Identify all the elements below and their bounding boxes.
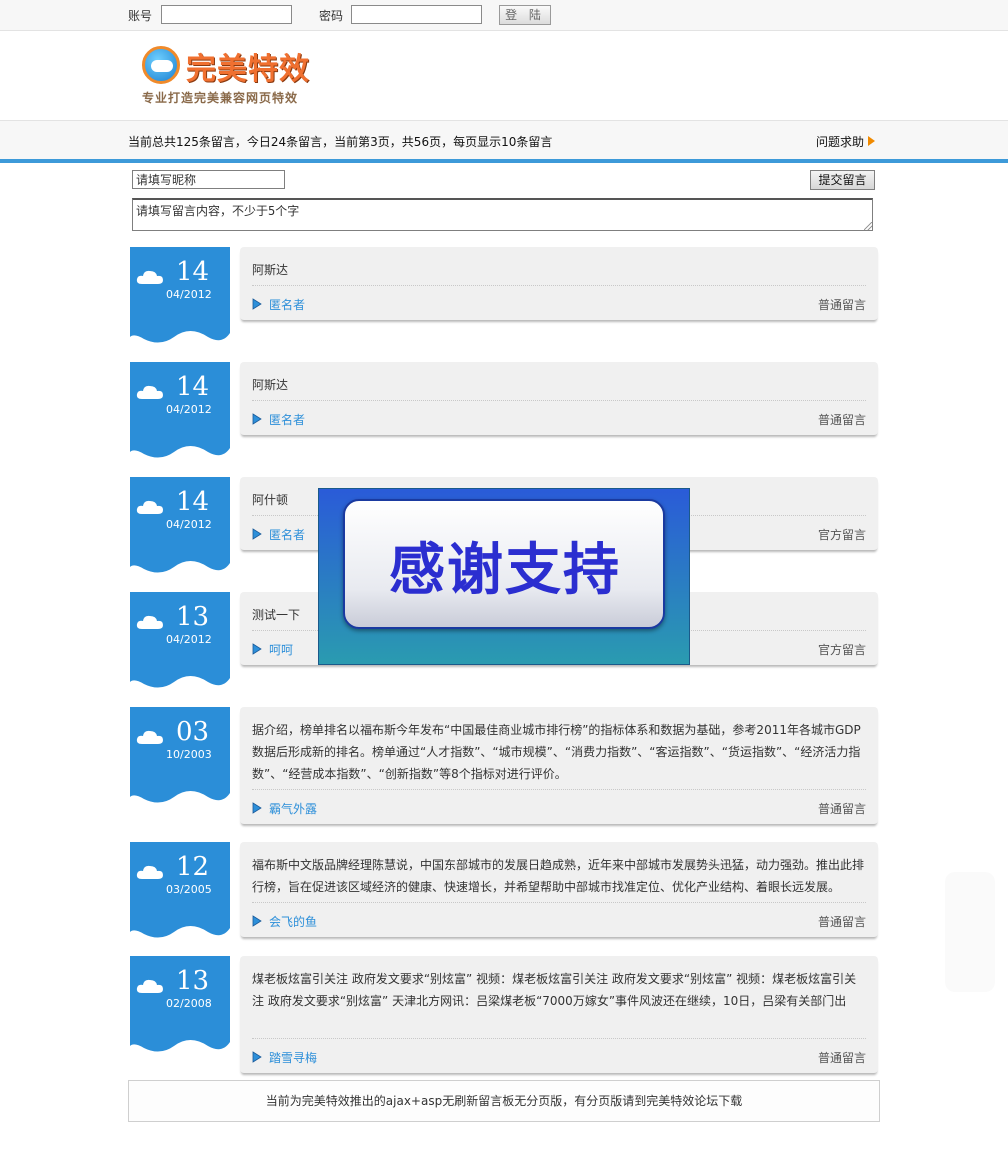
arrow-right-icon (868, 136, 875, 146)
cloud-icon (136, 385, 163, 399)
date-month-year: 04/2012 (166, 403, 212, 416)
date-badge: 14 04/2012 (130, 247, 230, 325)
date-day: 13 (176, 966, 210, 996)
date-badge-wave (130, 438, 230, 458)
side-decoration (945, 872, 995, 992)
message-text: 煤老板炫富引关注 政府发文要求“别炫富” 视频：煤老板炫富引关注 政府发文要求“… (252, 972, 857, 1008)
date-day: 14 (176, 257, 210, 287)
date-badge: 13 04/2012 (130, 592, 230, 670)
message-box: 阿斯达匿名者 普通留言 (240, 247, 878, 320)
date-month-year: 10/2003 (166, 748, 212, 761)
divider (252, 902, 866, 903)
date-day: 13 (176, 602, 210, 632)
play-arrow-icon (252, 643, 262, 655)
message-type: 普通留言 (817, 298, 866, 312)
message-type: 普通留言 (817, 915, 866, 929)
cloud-icon (136, 270, 163, 284)
message-text: 据介绍，榜单排名以福布斯今年发布“中国最佳商业城市排行榜”的指标体系和数据为基础… (252, 723, 861, 781)
date-month-year: 04/2012 (166, 288, 212, 301)
login-button[interactable]: 登 陆 (499, 5, 551, 25)
message-type: 官方留言 (817, 643, 866, 657)
message-text: 福布斯中文版品牌经理陈慧说，中国东部城市的发展日趋成熟，近年来中部城市发展势头迅… (252, 858, 865, 894)
message-author[interactable]: 踏雪寻梅 (269, 1049, 317, 1066)
date-month-year: 04/2012 (166, 518, 212, 531)
divider (252, 400, 866, 401)
play-arrow-icon (252, 1051, 262, 1063)
cloud-icon (136, 979, 163, 993)
message-author[interactable]: 会飞的鱼 (269, 913, 317, 930)
info-bar: 当前总共125条留言，今日24条留言，当前第3页，共56页，每页显示10条留言 … (0, 120, 1008, 163)
cloud-logo-icon (142, 46, 180, 84)
date-day: 03 (176, 717, 210, 747)
play-arrow-icon (252, 915, 262, 927)
logo-subtitle: 专业打造完美兼容网页特效 (142, 91, 299, 105)
message-author[interactable]: 匿名者 (269, 296, 305, 313)
site-logo[interactable]: 完美特效 专业打造完美兼容网页特效 (140, 44, 340, 108)
thanks-popup[interactable]: 感谢支持 (318, 488, 690, 665)
date-badge-wave (130, 668, 230, 688)
date-badge: 14 04/2012 (130, 477, 230, 555)
account-input[interactable] (161, 5, 292, 24)
thanks-popup-panel: 感谢支持 (343, 499, 665, 629)
resize-grip-icon[interactable] (864, 222, 872, 230)
message-text: 阿斯达 (252, 263, 289, 277)
date-badge-wave (130, 1032, 230, 1052)
divider (252, 1038, 866, 1039)
message-box: 福布斯中文版品牌经理陈慧说，中国东部城市的发展日趋成熟，近年来中部城市发展势头迅… (240, 842, 878, 937)
message-type: 普通留言 (817, 802, 866, 816)
message-content-input[interactable]: 请填写留言内容，不少于5个字 (132, 198, 873, 231)
message-author[interactable]: 匿名者 (269, 526, 305, 543)
play-arrow-icon (252, 298, 262, 310)
date-badge: 03 10/2003 (130, 707, 230, 785)
play-arrow-icon (252, 802, 262, 814)
nickname-input[interactable] (132, 170, 285, 189)
play-arrow-icon (252, 413, 262, 425)
message-stats: 当前总共125条留言，今日24条留言，当前第3页，共56页，每页显示10条留言 (128, 135, 553, 149)
help-link[interactable]: 问题求助 (816, 133, 864, 150)
account-label: 账号 (128, 9, 153, 23)
date-day: 14 (176, 487, 210, 517)
cloud-icon (136, 730, 163, 744)
submit-message-button[interactable]: 提交留言 (810, 170, 875, 190)
message-author[interactable]: 呵呵 (269, 641, 293, 658)
date-badge-wave (130, 323, 230, 343)
message-box: 煤老板炫富引关注 政府发文要求“别炫富” 视频：煤老板炫富引关注 政府发文要求“… (240, 956, 878, 1073)
date-badge-wave (130, 553, 230, 573)
cloud-icon (136, 615, 163, 629)
cloud-icon (136, 500, 163, 514)
logo-title: 完美特效 (186, 52, 310, 87)
cloud-icon (136, 865, 163, 879)
message-type: 普通留言 (817, 413, 866, 427)
date-month-year: 02/2008 (166, 997, 212, 1010)
login-bar: 账号 密码 登 陆 (0, 0, 1008, 31)
date-month-year: 04/2012 (166, 633, 212, 646)
date-day: 14 (176, 372, 210, 402)
password-label: 密码 (319, 9, 344, 23)
message-text: 阿斯达 (252, 378, 289, 392)
message-type: 普通留言 (817, 1051, 866, 1065)
play-arrow-icon (252, 528, 262, 540)
date-badge-wave (130, 783, 230, 803)
divider (252, 789, 866, 790)
message-author[interactable]: 霸气外露 (269, 800, 317, 817)
message-author[interactable]: 匿名者 (269, 411, 305, 428)
divider (252, 285, 866, 286)
date-badge: 13 02/2008 (130, 956, 230, 1034)
date-badge: 14 04/2012 (130, 362, 230, 440)
message-box: 据介绍，榜单排名以福布斯今年发布“中国最佳商业城市排行榜”的指标体系和数据为基础… (240, 707, 878, 824)
password-input[interactable] (351, 5, 482, 24)
date-day: 12 (176, 852, 210, 882)
date-badge-wave (130, 918, 230, 938)
footer-notice: 当前为完美特效推出的ajax+asp无刷新留言板无分页版，有分页版请到完美特效论… (128, 1080, 880, 1122)
date-badge: 12 03/2005 (130, 842, 230, 920)
date-month-year: 03/2005 (166, 883, 212, 896)
message-type: 官方留言 (817, 528, 866, 542)
thanks-popup-text: 感谢支持 (389, 538, 621, 603)
message-box: 阿斯达匿名者 普通留言 (240, 362, 878, 435)
